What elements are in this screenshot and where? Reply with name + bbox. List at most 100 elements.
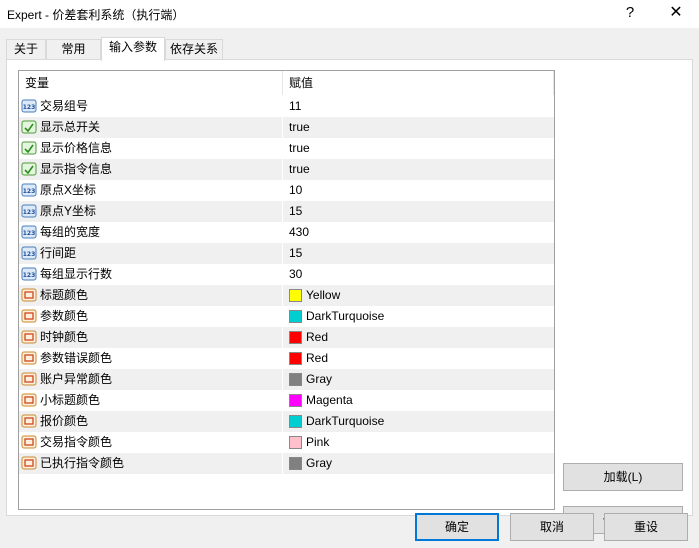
variable-label: 显示价格信息 [40,141,113,155]
value-text: Gray [306,372,333,386]
close-button[interactable]: ✕ [653,0,699,28]
variable-label: 每组显示行数 [40,267,113,281]
cancel-button[interactable]: 取消 [510,513,594,541]
variable-cell: 显示价格信息 [19,138,283,159]
color-icon [21,371,37,387]
boolean-icon [21,161,37,177]
value-cell[interactable]: true [289,138,549,159]
variable-cell: 123 交易组号 [19,96,283,117]
variable-cell: 账户异常颜色 [19,369,283,390]
tab-common[interactable]: 常用 [46,39,101,60]
tab-panel: 变量 赋值 123 交易组号 11 显示总开关 true 显示价格信息 true 显示指令信息… [6,59,693,534]
dialog-body: 关于 常用 输入参数 依存关系 变量 赋值 123 交易组号 11 显示总开关 true… [0,28,699,548]
color-icon [21,392,37,408]
value-cell[interactable]: Red [289,348,549,369]
table-row[interactable]: 显示总开关 true [19,117,554,138]
variable-label: 报价颜色 [40,414,89,428]
value-cell[interactable]: Magenta [289,390,549,411]
color-icon [21,434,37,450]
table-row[interactable]: 123 每组显示行数 30 [19,264,554,285]
variable-cell: 123 行间距 [19,243,283,264]
variable-label: 小标题颜色 [40,393,101,407]
color-swatch [289,415,302,428]
variable-label: 参数错误颜色 [40,351,113,365]
table-row[interactable]: 报价颜色 DarkTurquoise [19,411,554,432]
value-cell[interactable]: true [289,159,549,180]
table-row[interactable]: 账户异常颜色 Gray [19,369,554,390]
value-cell[interactable]: 15 [289,201,549,222]
help-button[interactable]: ? [607,0,653,28]
ok-button[interactable]: 确定 [415,513,499,541]
variable-cell: 标题颜色 [19,285,283,306]
value-text: Red [306,351,329,365]
table-row[interactable]: 123 行间距 15 [19,243,554,264]
variable-label: 显示指令信息 [40,162,113,176]
value-cell[interactable]: 430 [289,222,549,243]
value-text: Magenta [306,393,353,407]
grid-header: 变量 赋值 [19,71,554,95]
color-swatch [289,331,302,344]
variable-cell: 已执行指令颜色 [19,453,283,474]
variable-cell: 显示指令信息 [19,159,283,180]
reset-button[interactable]: 重设 [604,513,688,541]
variable-cell: 123 每组的宽度 [19,222,283,243]
value-cell[interactable]: Red [289,327,549,348]
svg-text:123: 123 [23,188,36,195]
value-cell[interactable]: Pink [289,432,549,453]
variable-cell: 小标题颜色 [19,390,283,411]
table-row[interactable]: 123 原点X坐标 10 [19,180,554,201]
table-row[interactable]: 显示指令信息 true [19,159,554,180]
column-header-variable[interactable]: 变量 [19,71,283,95]
variable-cell: 报价颜色 [19,411,283,432]
value-cell[interactable]: Yellow [289,285,549,306]
table-row[interactable]: 小标题颜色 Magenta [19,390,554,411]
value-cell[interactable]: Gray [289,369,549,390]
table-row[interactable]: 123 每组的宽度 430 [19,222,554,243]
variable-label: 显示总开关 [40,120,101,134]
variable-label: 参数颜色 [40,309,89,323]
table-row[interactable]: 123 原点Y坐标 15 [19,201,554,222]
number-icon: 123 [21,224,37,240]
table-row[interactable]: 时钟颜色 Red [19,327,554,348]
value-cell[interactable]: true [289,117,549,138]
table-row[interactable]: 已执行指令颜色 Gray [19,453,554,474]
variable-label: 行间距 [40,246,77,260]
load-button[interactable]: 加载(L) [563,463,683,491]
variable-cell: 显示总开关 [19,117,283,138]
value-cell[interactable]: 30 [289,264,549,285]
table-row[interactable]: 参数颜色 DarkTurquoise [19,306,554,327]
tab-dependencies[interactable]: 依存关系 [165,39,223,60]
column-header-value[interactable]: 赋值 [283,71,554,95]
value-text: Gray [306,456,333,470]
table-row[interactable]: 123 交易组号 11 [19,96,554,117]
tab-about[interactable]: 关于 [6,39,46,60]
variable-cell: 123 每组显示行数 [19,264,283,285]
value-cell[interactable]: DarkTurquoise [289,411,549,432]
variable-cell: 时钟颜色 [19,327,283,348]
color-swatch [289,457,302,470]
parameter-grid[interactable]: 变量 赋值 123 交易组号 11 显示总开关 true 显示价格信息 true 显示指令信息… [18,70,555,510]
variable-label: 原点Y坐标 [40,204,97,218]
table-row[interactable]: 标题颜色 Yellow [19,285,554,306]
table-row[interactable]: 参数错误颜色 Red [19,348,554,369]
number-icon: 123 [21,245,37,261]
value-cell[interactable]: Gray [289,453,549,474]
color-swatch [289,394,302,407]
variable-label: 已执行指令颜色 [40,456,125,470]
value-cell[interactable]: 10 [289,180,549,201]
svg-text:123: 123 [23,209,36,216]
value-text: Red [306,330,329,344]
color-swatch [289,436,302,449]
tab-input-params[interactable]: 输入参数 [101,37,165,61]
table-row[interactable]: 显示价格信息 true [19,138,554,159]
variable-label: 交易组号 [40,99,89,113]
value-cell[interactable]: 15 [289,243,549,264]
number-icon: 123 [21,203,37,219]
value-cell[interactable]: 11 [289,96,549,117]
table-row[interactable]: 交易指令颜色 Pink [19,432,554,453]
value-cell[interactable]: DarkTurquoise [289,306,549,327]
variable-label: 时钟颜色 [40,330,89,344]
number-icon: 123 [21,182,37,198]
variable-cell: 交易指令颜色 [19,432,283,453]
svg-text:123: 123 [23,272,36,279]
